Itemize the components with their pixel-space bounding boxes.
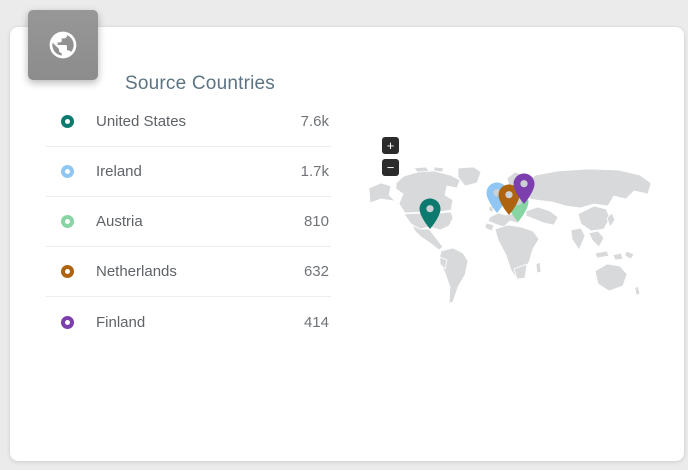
country-ireland [489, 206, 493, 212]
country-row: Austria 810 [46, 197, 331, 247]
country-name: Finland [96, 314, 145, 331]
pin-dot [505, 191, 512, 198]
zoom-in-button[interactable]: + [382, 137, 399, 154]
country-color-ring [61, 115, 74, 128]
zoom-out-button[interactable]: − [382, 159, 399, 176]
country-india [571, 228, 585, 250]
country-greenland [458, 167, 481, 186]
country-name: Ireland [96, 163, 142, 180]
world-map-panel: + − [358, 140, 654, 310]
country-china [578, 206, 610, 231]
card-title: Source Countries [125, 73, 275, 95]
pin-dot [426, 205, 433, 212]
country-list: United States 7.6k Ireland 1.7k Austria … [46, 97, 331, 347]
source-countries-card: Source Countries United States 7.6k Irel… [10, 27, 684, 461]
continent-south-america [439, 248, 468, 303]
region-southeast-asia [589, 231, 604, 247]
country-australia [595, 264, 627, 291]
country-row: United States 7.6k [46, 97, 331, 147]
region-middle-east [526, 207, 558, 225]
country-color-ring [61, 165, 74, 178]
region-new-guinea [625, 251, 634, 259]
country-new-zealand [635, 286, 640, 295]
country-color-ring [61, 316, 74, 329]
globe-tile [28, 10, 98, 80]
country-color-ring [61, 215, 74, 228]
globe-icon [47, 29, 79, 61]
country-russia [518, 169, 651, 208]
pin-dot [520, 180, 527, 187]
country-row: Finland 414 [46, 297, 331, 347]
country-color-ring [61, 265, 74, 278]
country-value: 7.6k [301, 113, 329, 130]
country-name: Netherlands [96, 263, 177, 280]
country-value: 1.7k [301, 163, 329, 180]
region-indonesia [595, 251, 609, 258]
country-name: Austria [96, 213, 143, 230]
world-map[interactable] [368, 167, 652, 309]
country-value: 632 [304, 263, 329, 280]
region-indonesia [613, 253, 623, 260]
region-iberia [485, 223, 494, 231]
country-name: United States [96, 113, 186, 130]
country-value: 810 [304, 213, 329, 230]
country-row: Ireland 1.7k [46, 147, 331, 197]
country-alaska [369, 183, 395, 203]
country-madagascar [536, 262, 541, 273]
country-value: 414 [304, 314, 329, 331]
country-row: Netherlands 632 [46, 247, 331, 297]
